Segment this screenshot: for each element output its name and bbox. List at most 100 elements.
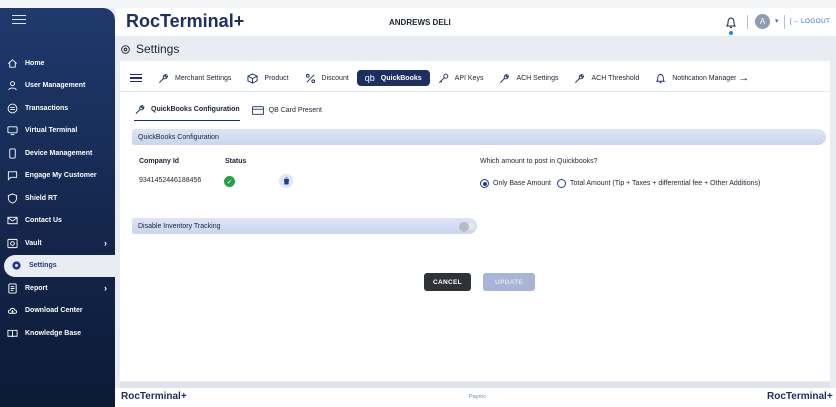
sidebar-item-download-center[interactable]: Download Center: [0, 300, 115, 323]
chevron-down-icon[interactable]: ▾: [775, 17, 779, 25]
box-icon: [247, 72, 258, 84]
footer-brand-right: RocTerminal+: [767, 391, 833, 402]
shield-icon: [6, 192, 18, 204]
sidebar-item-label: User Management: [25, 82, 86, 90]
footer: RocTerminal+ Payroc RocTerminal+: [115, 388, 836, 407]
header-divider: [747, 15, 748, 29]
vault-icon: [6, 237, 18, 249]
tab-product[interactable]: Product: [239, 70, 296, 86]
cloud-download-icon: [6, 305, 18, 317]
wrench-icon: [135, 105, 145, 114]
header-divider: [784, 15, 785, 29]
sidebar-item-label: Contact Us: [25, 217, 62, 225]
amount-question: Which amount to post in Quickbooks?: [480, 158, 598, 165]
sidebar-item-report[interactable]: Report ›: [0, 277, 115, 300]
inventory-tracking-toggle[interactable]: [459, 221, 475, 232]
bell-icon[interactable]: [725, 16, 737, 30]
logout-label: LOGOUT: [801, 18, 831, 25]
tab-label: ACH Settings: [516, 74, 559, 82]
sidebar-item-device-management[interactable]: Device Management: [0, 142, 115, 165]
device-icon: [6, 147, 18, 159]
sidebar-item-label: Engage My Customer: [25, 172, 97, 180]
mail-icon: [6, 215, 18, 227]
card-icon: [251, 105, 264, 115]
brand-logo[interactable]: RocTerminal+: [126, 11, 244, 32]
tab-label: QuickBooks: [380, 74, 422, 82]
menu-toggle-icon[interactable]: [12, 12, 26, 26]
home-icon: [6, 57, 18, 69]
sidebar-item-home[interactable]: Home: [0, 52, 115, 75]
company-id-label: Company Id: [139, 158, 180, 165]
tab-ach-threshold[interactable]: ACH Threshold: [566, 70, 647, 86]
sidebar-item-label: Knowledge Base: [25, 329, 82, 337]
trash-icon: [283, 177, 289, 185]
tabs-divider: [120, 91, 830, 92]
wrench-icon: [575, 73, 585, 83]
tab-label: Product: [264, 74, 289, 82]
sidebar-item-label: Shield RT: [25, 194, 58, 202]
sidebar-item-engage-my-customer[interactable]: Engage My Customer: [0, 165, 115, 188]
option-only-base-amount-label[interactable]: Only Base Amount: [493, 180, 551, 187]
tab-api-keys[interactable]: API Keys: [430, 70, 492, 86]
sidebar-item-virtual-terminal[interactable]: Virtual Terminal: [0, 120, 115, 143]
subtab-qb-card-present[interactable]: QB Card Present: [251, 104, 322, 121]
subtab-label: QB Card Present: [268, 106, 322, 114]
logout-button[interactable]: [→ LOGOUT: [790, 18, 830, 25]
sidebar-item-shield-rt[interactable]: Shield RT: [0, 187, 115, 210]
gear-icon: [121, 44, 130, 54]
tab-quickbooks[interactable]: qb QuickBooks: [356, 70, 430, 86]
sidebar-item-transactions[interactable]: Transactions: [0, 97, 115, 120]
tab-notification-manager[interactable]: Notification Manager →: [647, 70, 757, 86]
disable-inventory-label: Disable Inventory Tracking: [138, 222, 221, 230]
chat-icon: [6, 170, 18, 182]
quickbooks-subtabs: QuickBooks Configuration QB Card Present: [134, 104, 334, 121]
tab-merchant-settings[interactable]: Merchant Settings: [150, 70, 239, 86]
sidebar: Home User Management Transactions Virtua…: [0, 8, 115, 407]
update-button[interactable]: UPDATE: [483, 273, 535, 291]
tab-ach-settings[interactable]: ACH Settings: [491, 70, 566, 86]
sidebar-nav: Home User Management Transactions Virtua…: [0, 52, 115, 345]
company-id-value: 9341452446188456: [139, 177, 202, 184]
menu-icon[interactable]: [130, 72, 142, 84]
sidebar-item-label: Settings: [29, 262, 57, 270]
bell-icon: [655, 73, 666, 83]
tab-discount[interactable]: Discount: [297, 70, 357, 86]
page-title: Settings: [136, 42, 180, 56]
user-icon: [6, 80, 18, 92]
tab-label: Notification Manager: [672, 74, 737, 82]
main-content: Settings Merchant Settings Product Disco…: [120, 36, 836, 382]
section-header-quickbooks-configuration: QuickBooks Configuration: [132, 129, 826, 145]
sidebar-item-label: Home: [25, 59, 45, 67]
tab-label: ACH Threshold: [591, 74, 640, 82]
option-total-amount-label[interactable]: Total Amount (Tip + Taxes + differential…: [570, 180, 760, 187]
sidebar-item-settings[interactable]: Settings: [4, 254, 115, 277]
status-check-icon: ✓: [224, 176, 235, 187]
delete-button[interactable]: [279, 174, 293, 188]
logout-icon: [→: [790, 18, 799, 25]
sidebar-item-contact-us[interactable]: Contact Us: [0, 210, 115, 233]
sidebar-item-label: Vault: [25, 239, 42, 247]
quickbooks-icon: qb: [364, 73, 375, 83]
tab-label: API Keys: [454, 74, 484, 82]
sidebar-item-vault[interactable]: Vault ›: [0, 232, 115, 255]
footer-company: Payroc: [469, 394, 487, 400]
status-label: Status: [225, 158, 247, 165]
arrow-right-icon[interactable]: →: [738, 72, 749, 84]
radio-total-amount[interactable]: [557, 179, 566, 188]
cancel-button[interactable]: CANCEL: [424, 273, 471, 291]
sidebar-item-label: Virtual Terminal: [25, 127, 78, 135]
subtab-quickbooks-configuration[interactable]: QuickBooks Configuration: [134, 104, 240, 121]
tab-label: Discount: [321, 74, 349, 82]
settings-card: Merchant Settings Product Discount qb Qu…: [120, 61, 830, 381]
chevron-right-icon: ›: [104, 238, 107, 248]
radio-only-base-amount[interactable]: [480, 179, 489, 188]
sidebar-item-label: Download Center: [25, 307, 83, 315]
notification-dot: [729, 31, 733, 35]
percent-icon: [305, 73, 315, 83]
gear-icon: [10, 260, 22, 272]
avatar[interactable]: A: [755, 14, 770, 29]
sidebar-item-user-management[interactable]: User Management: [0, 75, 115, 98]
sidebar-item-knowledge-base[interactable]: Knowledge Base: [0, 322, 115, 345]
top-strip: [0, 0, 836, 8]
wrench-icon: [159, 73, 168, 83]
